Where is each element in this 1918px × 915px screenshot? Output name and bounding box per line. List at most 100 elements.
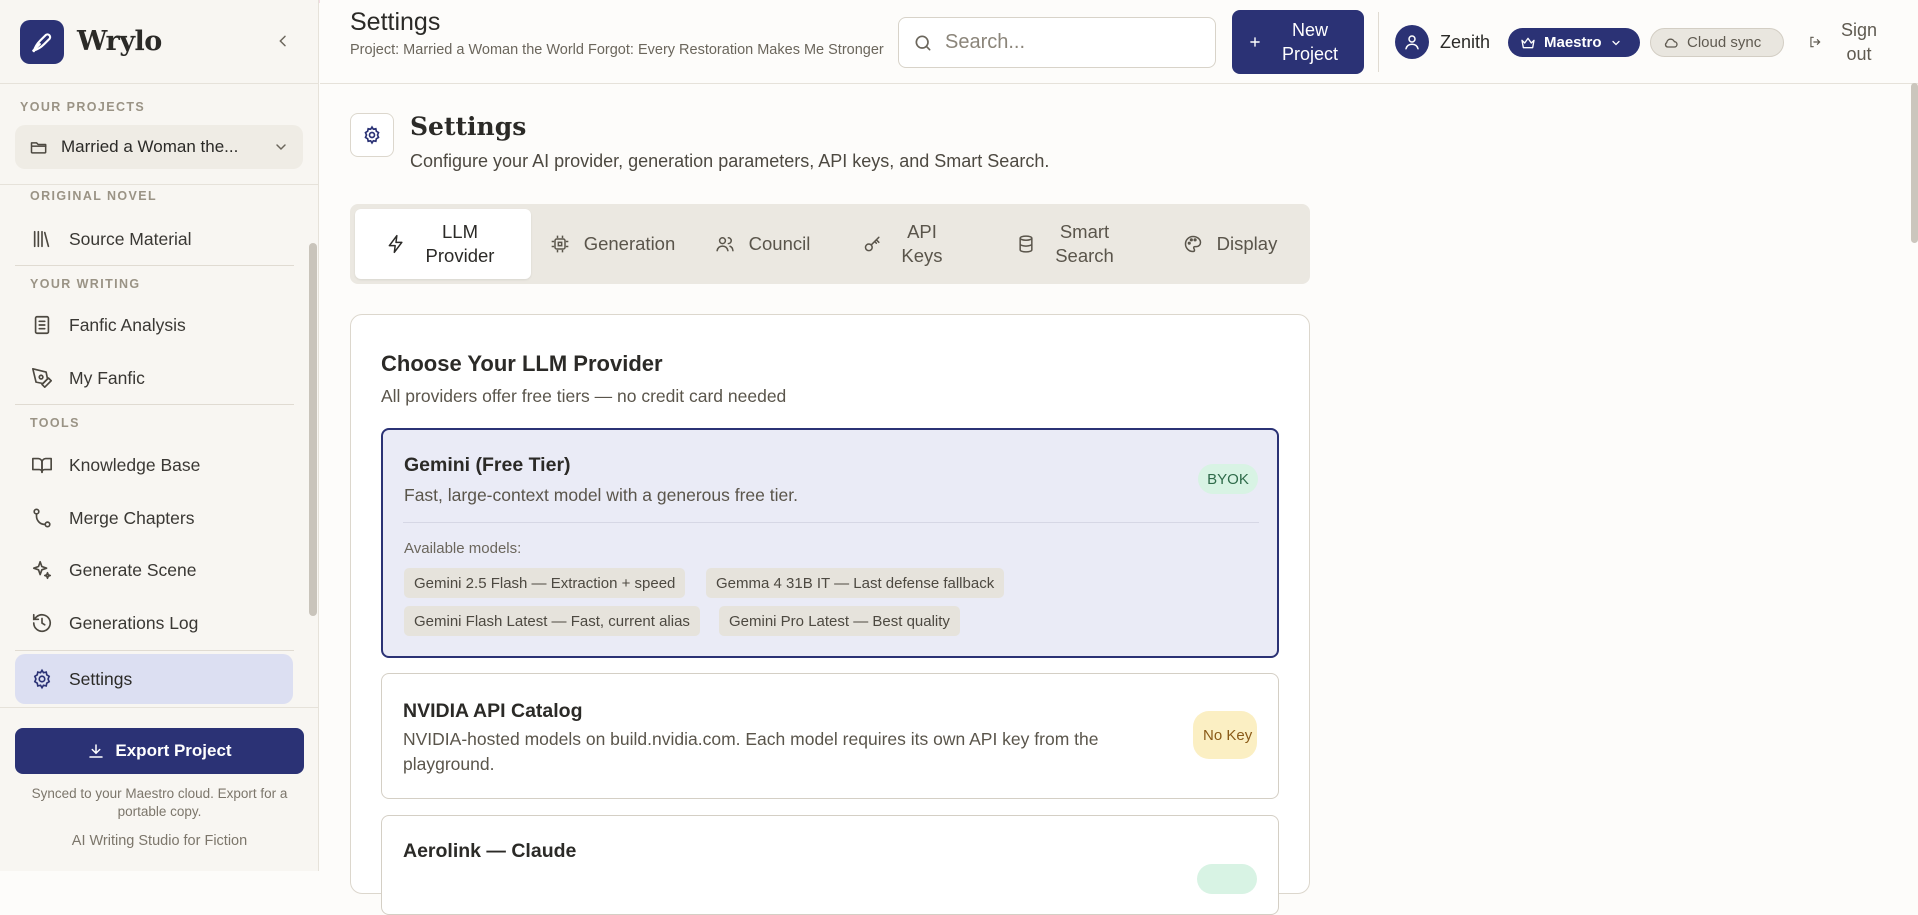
avatar[interactable] xyxy=(1395,25,1429,59)
tab-display[interactable]: Display xyxy=(1165,209,1295,279)
tab-council[interactable]: Council xyxy=(700,209,825,279)
divider xyxy=(0,184,318,185)
cpu-icon xyxy=(551,235,569,253)
plus-icon xyxy=(1250,37,1260,47)
search-icon xyxy=(915,35,931,51)
model-chip: Gemini Flash Latest — Fast, current alia… xyxy=(404,606,700,636)
pen-nib-icon xyxy=(32,33,52,53)
sidebar-item-my-fanfic[interactable]: My Fanfic xyxy=(15,353,293,403)
tab-llm-provider[interactable]: LLM Provider xyxy=(355,209,531,279)
provider-option-aerolink[interactable]: Aerolink — Claude xyxy=(381,815,1279,915)
sidebar-item-label: Fanfic Analysis xyxy=(69,314,186,335)
user-name: Zenith xyxy=(1440,32,1491,52)
new-project-label: New Project xyxy=(1281,20,1339,64)
provider-section-subtitle: All providers offer free tiers — no cred… xyxy=(381,386,787,406)
sidebar-item-generations-log[interactable]: Generations Log xyxy=(15,598,293,648)
sidebar-item-label: Merge Chapters xyxy=(69,507,195,528)
provider-option-gemini[interactable]: Gemini (Free Tier) Fast, large-context m… xyxy=(381,428,1279,658)
sidebar-item-label: Knowledge Base xyxy=(69,454,201,475)
sidebar: Wrylo YOUR PROJECTS Married a Woman the.… xyxy=(0,0,319,871)
provider-section-title: Choose Your LLM Provider xyxy=(381,351,663,376)
sparkles-icon xyxy=(32,560,52,580)
divider xyxy=(15,404,294,405)
sidebar-item-source-material[interactable]: Source Material xyxy=(15,214,293,264)
key-icon xyxy=(864,236,880,252)
new-project-button[interactable]: New Project xyxy=(1232,10,1364,74)
tab-smart-search[interactable]: Smart Search xyxy=(1000,209,1135,279)
status-badge xyxy=(1197,864,1257,894)
sync-note: Synced to your Maestro cloud. Export for… xyxy=(31,786,288,819)
tier-label: Maestro xyxy=(1544,34,1602,51)
models-label: Available models: xyxy=(404,540,522,557)
folder-open-icon xyxy=(30,142,47,154)
model-chip: Gemma 4 31B IT — Last defense fallback xyxy=(706,568,1005,598)
sidebar-item-label: Settings xyxy=(69,668,133,689)
tab-label: LLM Provider xyxy=(425,221,495,266)
status-badge: No Key xyxy=(1193,711,1257,759)
section-label-writing: YOUR WRITING xyxy=(30,277,141,291)
provider-description: NVIDIA-hosted models on build.nvidia.com… xyxy=(403,729,1099,774)
provider-name: NVIDIA API Catalog xyxy=(403,700,583,722)
header-project-line: Project: Married a Woman the World Forgo… xyxy=(350,42,884,58)
chevron-down-icon xyxy=(1611,40,1620,45)
git-merge-icon xyxy=(33,508,51,528)
tab-label: API Keys xyxy=(901,221,943,266)
sidebar-item-knowledge-base[interactable]: Knowledge Base xyxy=(15,440,293,490)
user-icon xyxy=(1405,35,1419,50)
sidebar-scrollbar[interactable] xyxy=(309,243,317,616)
tab-api-keys[interactable]: API Keys xyxy=(850,209,960,279)
sidebar-item-fanfic-analysis[interactable]: Fanfic Analysis xyxy=(15,300,293,350)
export-project-button[interactable]: Export Project xyxy=(15,728,304,774)
cloud-sync-badge[interactable]: Cloud sync xyxy=(1650,28,1784,57)
crown-icon xyxy=(1521,37,1535,48)
gear-icon xyxy=(364,125,380,145)
book-open-icon xyxy=(32,457,52,474)
tab-label: Smart Search xyxy=(1055,221,1114,266)
section-label-original: ORIGINAL NOVEL xyxy=(30,189,158,203)
library-icon xyxy=(33,230,50,248)
sidebar-footer: Export Project Synced to your Maestro cl… xyxy=(0,707,318,872)
section-label-projects: YOUR PROJECTS xyxy=(20,100,146,114)
tab-label: Council xyxy=(748,233,811,254)
chevron-left-icon xyxy=(279,35,286,47)
gear-icon xyxy=(33,668,51,690)
sidebar-item-merge-chapters[interactable]: Merge Chapters xyxy=(15,493,293,543)
app-name: Wrylo xyxy=(77,26,162,57)
sign-out-label: Sign out xyxy=(1840,20,1878,64)
tier-dropdown[interactable]: Maestro xyxy=(1508,28,1640,57)
palette-icon xyxy=(1184,235,1201,253)
provider-name: Aerolink — Claude xyxy=(403,840,577,862)
document-icon xyxy=(34,315,50,335)
tab-label: Generation xyxy=(583,233,676,254)
sidebar-item-label: Generate Scene xyxy=(69,559,197,580)
page-subtitle: Configure your AI provider, generation p… xyxy=(410,151,1050,171)
sidebar-item-label: Source Material xyxy=(69,228,192,249)
main-scrollbar[interactable] xyxy=(1911,83,1918,243)
collapse-sidebar-button[interactable] xyxy=(272,30,294,52)
cloud-sync-label: Cloud sync xyxy=(1687,34,1762,51)
project-selector[interactable]: Married a Woman the... xyxy=(15,125,303,169)
divider xyxy=(15,650,294,651)
tab-label: Display xyxy=(1216,233,1278,254)
sidebar-item-settings[interactable]: Settings xyxy=(15,654,293,704)
current-project-name: Married a Woman the... xyxy=(61,137,239,156)
search-box[interactable] xyxy=(898,17,1216,68)
divider xyxy=(15,265,294,266)
sidebar-item-generate-scene[interactable]: Generate Scene xyxy=(15,545,293,595)
provider-option-nvidia[interactable]: NVIDIA API Catalog NVIDIA-hosted models … xyxy=(381,673,1279,799)
provider-description: Fast, large-context model with a generou… xyxy=(404,485,798,505)
users-icon xyxy=(715,237,734,252)
top-header: Settings Project: Married a Woman the Wo… xyxy=(320,0,1918,84)
log-out-icon xyxy=(1810,36,1821,48)
sidebar-item-label: My Fanfic xyxy=(69,367,145,388)
sign-out-button[interactable]: Sign out xyxy=(1808,18,1898,66)
app-tagline: AI Writing Studio for Fiction xyxy=(71,833,248,849)
settings-page-icon xyxy=(350,113,394,157)
app-logo[interactable] xyxy=(20,20,64,64)
search-input[interactable] xyxy=(943,30,1187,55)
tab-generation[interactable]: Generation xyxy=(545,209,680,279)
download-icon xyxy=(89,744,104,758)
page-title: Settings xyxy=(410,112,527,141)
model-chip: Gemini Pro Latest — Best quality xyxy=(719,606,960,636)
pen-tool-icon xyxy=(32,368,52,388)
